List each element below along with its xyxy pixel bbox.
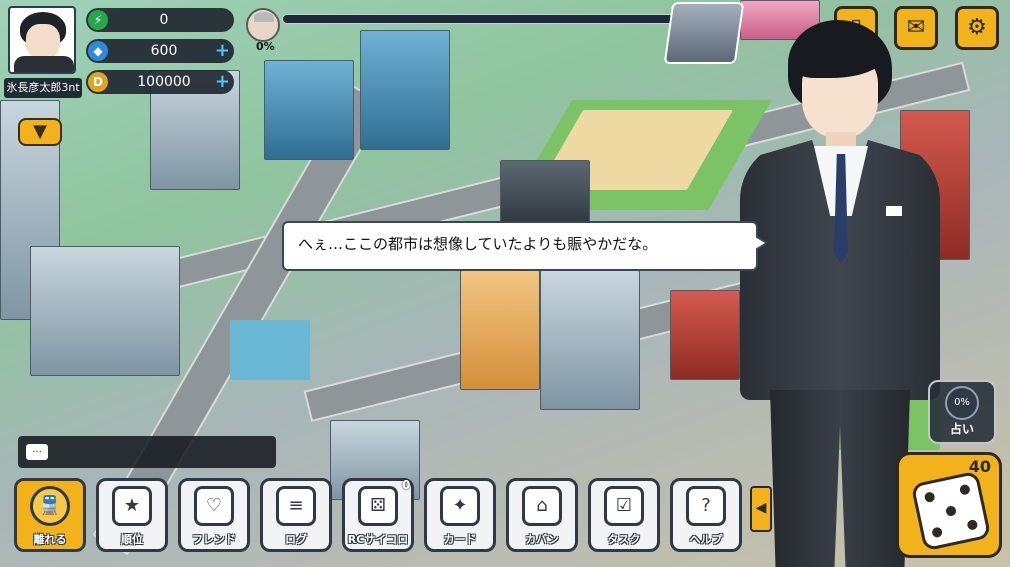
resource-diamond: ◆ 600 + (86, 39, 234, 63)
leave-button[interactable]: 🚆 離れる (14, 478, 86, 552)
task-label: タスク (607, 533, 641, 546)
friend-label: フレンド (192, 533, 236, 546)
dice-pip (923, 491, 936, 504)
resource-energy: ⚡ 0 (86, 8, 234, 32)
coin-icon: D (88, 72, 108, 92)
energy-value: 0 (159, 12, 169, 28)
bag-button[interactable]: ⌂ カバン (506, 478, 578, 552)
dice-pip (931, 526, 944, 539)
help-icon: ? (686, 486, 726, 526)
fortune-ball-icon: 0% (945, 386, 979, 420)
canal (230, 320, 310, 380)
add-diamond-button[interactable]: + (215, 39, 230, 63)
progress-bar (282, 14, 680, 24)
task-button[interactable]: ☑ タスク (588, 478, 660, 552)
leave-label: 離れる (33, 533, 67, 546)
chat-bubble-icon: … (26, 444, 48, 460)
card-label: カード (443, 533, 477, 546)
rival-percent: 0% (256, 40, 275, 53)
parking-building (500, 160, 590, 230)
apartment-building (460, 270, 540, 390)
lightning-icon: ⚡ (88, 10, 108, 30)
roll-dice-button[interactable]: 40 (896, 452, 1002, 558)
help-label: ヘルプ (689, 533, 723, 546)
train-icon: 🚆 (30, 486, 70, 526)
log-label: ログ (285, 533, 307, 546)
heart-icon: ♡ (194, 486, 234, 526)
task-icon: ☑ (604, 486, 644, 526)
bag-label: カバン (525, 533, 559, 546)
player-name: 氷長彦太郎3nt (4, 78, 82, 98)
resource-coin: D 100000 + (86, 70, 234, 94)
dice-pip (945, 505, 957, 517)
apartment-building (540, 270, 640, 410)
dice-icon (910, 470, 992, 552)
friend-button[interactable]: ♡ フレンド (178, 478, 250, 552)
character-pants (770, 390, 910, 567)
dice-pip (958, 483, 971, 496)
glass-building (264, 60, 354, 160)
ranking-icon: ★ (112, 486, 152, 526)
ranking-label: 順位 (121, 533, 143, 546)
diamond-value: 600 (150, 43, 178, 59)
diamond-icon: ◆ (88, 41, 108, 61)
expand-menu-button[interactable]: ▼ (18, 118, 62, 146)
rival-avatar[interactable] (246, 8, 280, 42)
coin-value: 100000 (137, 74, 191, 90)
dialogue-text: へぇ…ここの都市は想像していたよりも賑やかだな。 (298, 235, 658, 253)
settings-button[interactable]: ⚙ (955, 6, 999, 50)
help-button[interactable]: ? ヘルプ (670, 478, 742, 552)
pocket-square (886, 206, 902, 216)
card-button[interactable]: ✦ カード (424, 478, 496, 552)
avatar-face (26, 24, 60, 60)
avatar-suit (14, 56, 74, 72)
hospital-building (30, 246, 180, 376)
remote-dice-icon: ⚄ (358, 486, 398, 526)
gear-icon: ⚙ (967, 15, 987, 40)
fortune-label: 占い (949, 422, 974, 436)
fortune-button[interactable]: 0% 占い (928, 380, 996, 444)
chat-bar[interactable]: … (18, 436, 276, 468)
collapse-arrow-button[interactable]: ◀ (750, 486, 772, 532)
log-button[interactable]: ≡ ログ (260, 478, 332, 552)
rc-dice-label: RCサイコロ (347, 533, 409, 546)
dialogue-bubble[interactable]: へぇ…ここの都市は想像していたよりも賑やかだな。 (282, 221, 768, 271)
rc-dice-count: 0 (402, 478, 411, 492)
ranking-button[interactable]: ★ 順位 (96, 478, 168, 552)
glass-building (360, 30, 450, 150)
card-icon: ✦ (440, 486, 480, 526)
dice-pip (966, 518, 979, 531)
bag-icon: ⌂ (522, 486, 562, 526)
add-coin-button[interactable]: + (215, 70, 230, 94)
log-icon: ≡ (276, 486, 316, 526)
player-avatar[interactable] (8, 6, 76, 74)
